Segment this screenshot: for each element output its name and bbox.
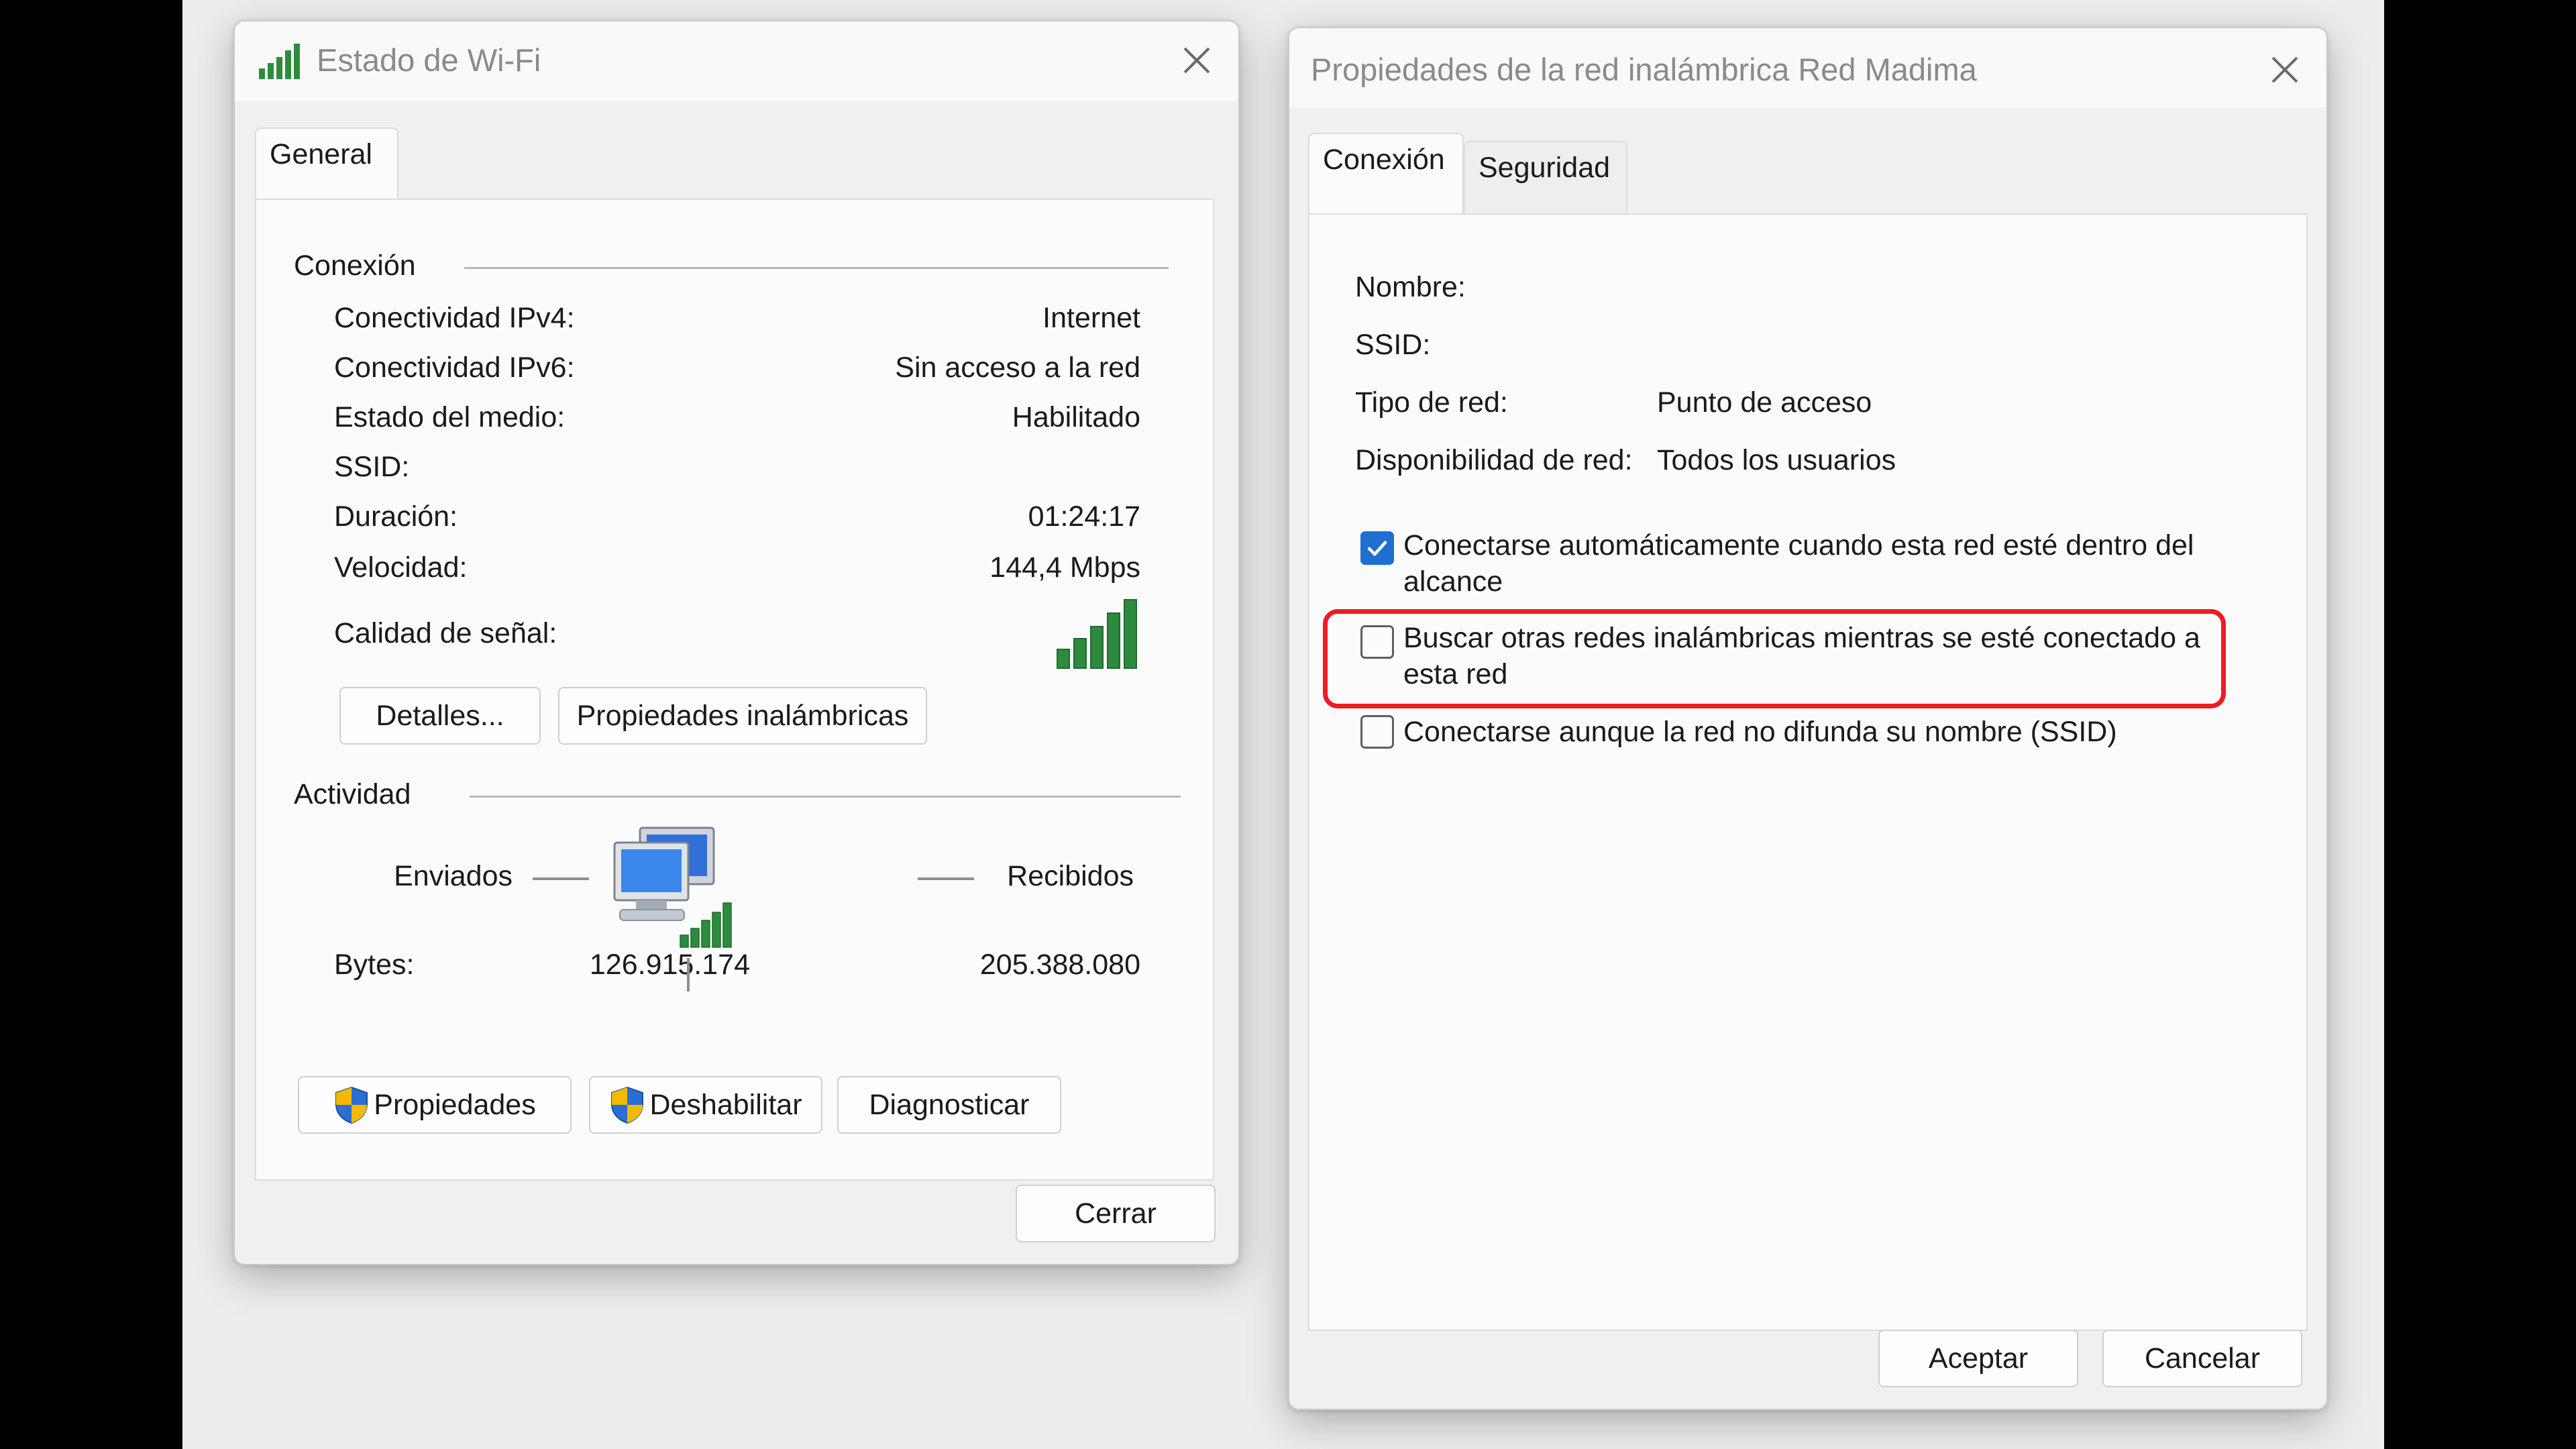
search-other-networks-checkbox[interactable] (1360, 625, 1394, 659)
bytes-received-value: 205.388.080 (979, 949, 1140, 981)
signal-strength-icon (1056, 597, 1142, 669)
media-state-value: Habilitado (1012, 401, 1140, 433)
diagnose-button[interactable]: Diagnosticar (837, 1076, 1061, 1134)
ssid-label: SSID: (334, 451, 410, 483)
disable-button[interactable]: Deshabilitar (589, 1076, 822, 1134)
duration-label: Duración: (334, 500, 458, 533)
wifi-signal-icon (258, 42, 305, 80)
tab-security-label: Seguridad (1479, 152, 1611, 184)
cancel-button[interactable]: Cancelar (2102, 1330, 2302, 1387)
wifi-status-window: Estado de Wi-Fi General Conexión Conecti… (233, 20, 1240, 1265)
window-title: Estado de Wi-Fi (317, 42, 541, 78)
media-state-label: Estado del medio: (334, 401, 566, 433)
ipv4-value: Internet (1042, 302, 1140, 334)
properties-button-label: Propiedades (374, 1088, 536, 1121)
uac-shield-icon (609, 1085, 645, 1124)
wireless-properties-button-label: Propiedades inalámbricas (576, 699, 909, 732)
wireless-properties-button[interactable]: Propiedades inalámbricas (558, 687, 927, 745)
availability-label: Disponibilidad de red: (1355, 444, 1633, 476)
network-computers-icon (605, 824, 746, 951)
close-icon[interactable] (1178, 42, 1216, 79)
hidden-ssid-label: Conectarse aunque la red no difunda su n… (1403, 716, 2117, 748)
accept-button-label: Aceptar (1928, 1342, 2029, 1375)
tab-connection[interactable]: Conexión (1308, 133, 1464, 215)
tab-security[interactable]: Seguridad (1464, 141, 1627, 215)
bytes-divider (687, 958, 690, 991)
tab-general-label: General (270, 138, 372, 170)
tab-connection-label: Conexión (1323, 144, 1445, 176)
wireless-properties-window: Propiedades de la red inalámbrica Red Ma… (1288, 27, 2328, 1410)
uac-shield-icon (333, 1085, 370, 1124)
connection-divider (464, 267, 1169, 269)
connection-section-title: Conexión (294, 250, 416, 282)
auto-connect-checkbox[interactable] (1360, 531, 1394, 565)
close-button-label: Cerrar (1075, 1197, 1157, 1230)
sent-label: Enviados (394, 860, 513, 892)
ipv6-value: Sin acceso a la red (895, 352, 1140, 384)
wifi-status-titlebar: Estado de Wi-Fi (235, 21, 1238, 101)
speed-label: Velocidad: (334, 551, 468, 584)
duration-value: 01:24:17 (1028, 500, 1140, 533)
close-icon[interactable] (2266, 51, 2304, 89)
auto-connect-label: Conectarse automáticamente cuando esta r… (1403, 529, 2194, 598)
cancel-button-label: Cancelar (2144, 1342, 2261, 1375)
signal-quality-label: Calidad de señal: (334, 617, 557, 649)
activity-section-title: Actividad (294, 778, 411, 810)
ipv6-label: Conectividad IPv6: (334, 352, 575, 384)
close-button[interactable]: Cerrar (1016, 1185, 1216, 1242)
network-type-label: Tipo de red: (1355, 386, 1508, 419)
connection-panel: Nombre: SSID: Tipo de red: Punto de acce… (1308, 213, 2308, 1331)
window-title: Propiedades de la red inalámbrica Red Ma… (1311, 52, 1977, 87)
wireless-properties-titlebar: Propiedades de la red inalámbrica Red Ma… (1289, 28, 2326, 107)
hidden-ssid-checkbox[interactable] (1360, 715, 1394, 749)
bytes-sent-value: 126.915.174 (589, 949, 750, 981)
tab-general[interactable]: General (255, 127, 398, 200)
name-label: Nombre: (1355, 271, 1466, 303)
properties-button[interactable]: Propiedades (298, 1076, 572, 1134)
ssid-label: SSID: (1355, 329, 1431, 361)
accept-button[interactable]: Aceptar (1878, 1330, 2078, 1387)
diagnose-button-label: Diagnosticar (869, 1088, 1030, 1121)
details-button[interactable]: Detalles... (339, 687, 541, 745)
sent-line (533, 877, 589, 880)
ipv4-label: Conectividad IPv4: (334, 302, 575, 334)
speed-value: 144,4 Mbps (989, 551, 1140, 584)
received-line (918, 877, 974, 880)
availability-value: Todos los usuarios (1657, 444, 1896, 476)
disable-button-label: Deshabilitar (649, 1088, 802, 1121)
network-type-value: Punto de acceso (1657, 386, 1872, 419)
received-label: Recibidos (1007, 860, 1134, 892)
details-button-label: Detalles... (376, 699, 504, 732)
general-panel: Conexión Conectividad IPv4: Internet Con… (255, 199, 1214, 1181)
search-other-networks-label: Buscar otras redes inalámbricas mientras… (1403, 622, 2200, 690)
activity-divider (470, 796, 1181, 798)
bytes-label: Bytes: (334, 949, 415, 981)
